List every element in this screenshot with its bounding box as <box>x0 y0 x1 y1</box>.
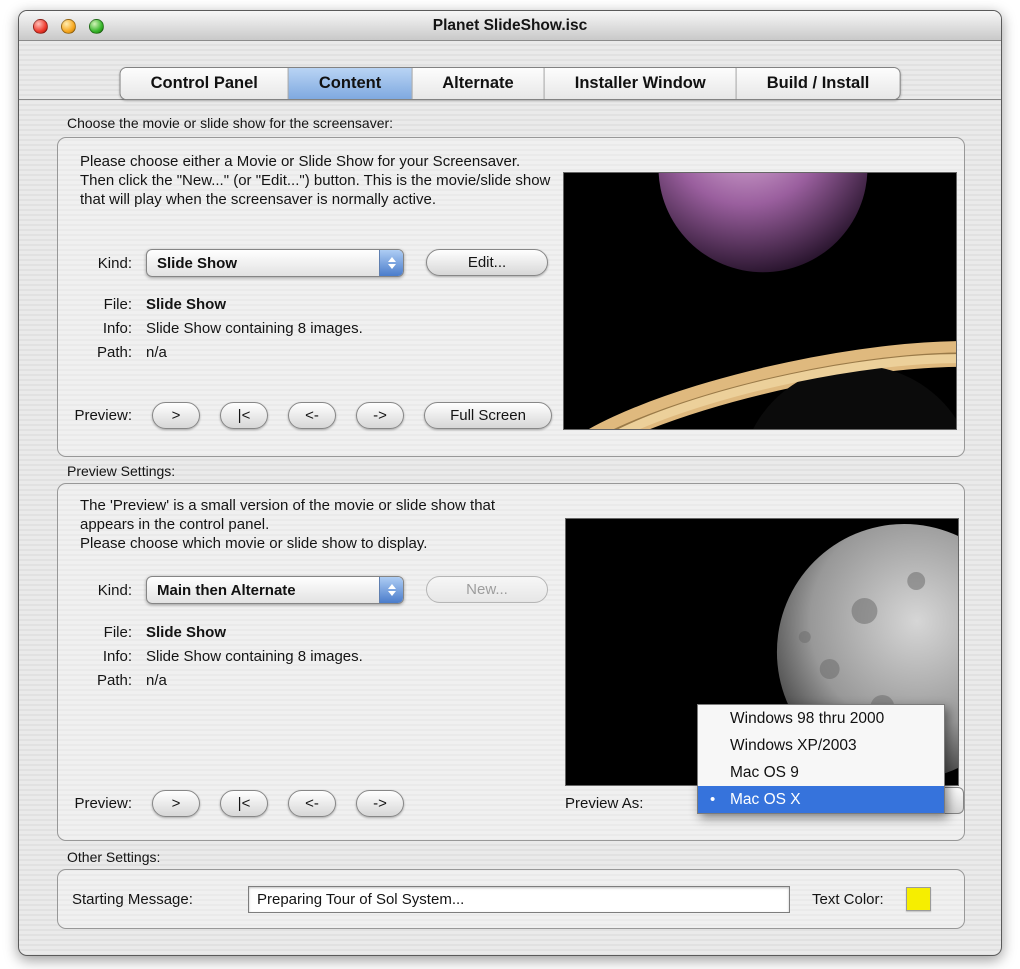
tab-installer-window[interactable]: Installer Window <box>544 68 737 99</box>
info-label: Info: <box>102 648 132 665</box>
starting-message-label: Starting Message: <box>72 891 193 908</box>
popup-arrows-icon <box>379 577 403 603</box>
edit-button[interactable]: Edit... <box>426 249 548 276</box>
main-groupbox: Please choose either a Movie or Slide Sh… <box>57 137 965 457</box>
info-row: Info: Slide Show containing 8 images. <box>68 320 363 337</box>
file-row: File: Slide Show <box>68 296 226 313</box>
other-settings-groupbox: Starting Message: Text Color: <box>57 869 965 929</box>
preview-file-row: File: Slide Show <box>68 624 226 641</box>
popup-arrows-icon <box>379 250 403 276</box>
app-window: Planet SlideShow.isc Control Panel Conte… <box>18 10 1002 956</box>
play-button[interactable]: > <box>152 790 200 817</box>
menu-item-windows-xp-2003[interactable]: Windows XP/2003 <box>698 732 944 759</box>
preview-kind-popup-value: Main then Alternate <box>157 581 296 599</box>
preview-as-label: Preview As: <box>565 795 644 812</box>
go-to-start-button[interactable]: |< <box>220 790 268 817</box>
main-preview-controls: Preview: > |< <- -> Full Screen <box>68 402 552 429</box>
path-label: Path: <box>96 672 132 689</box>
step-back-button[interactable]: <- <box>288 790 336 817</box>
path-value: n/a <box>146 344 167 361</box>
tab-group: Control Panel Content Alternate Installe… <box>119 67 901 100</box>
window-title: Planet SlideShow.isc <box>432 16 588 34</box>
selected-item-bullet-icon: • <box>710 791 716 808</box>
title-bar[interactable]: Planet SlideShow.isc <box>19 11 1001 41</box>
preview-kind-label: Kind: <box>97 582 132 599</box>
new-button[interactable]: New... <box>426 576 548 603</box>
zoom-button[interactable] <box>89 19 104 34</box>
preview-as-menu: Windows 98 thru 2000 Windows XP/2003 Mac… <box>697 704 945 814</box>
main-instructions: Please choose either a Movie or Slide Sh… <box>80 153 551 208</box>
file-value: Slide Show <box>146 296 227 313</box>
path-value: n/a <box>146 672 167 689</box>
tab-control-panel[interactable]: Control Panel <box>120 68 289 99</box>
play-button[interactable]: > <box>152 402 200 429</box>
tab-build-install[interactable]: Build / Install <box>736 68 900 99</box>
close-button[interactable] <box>33 19 48 34</box>
file-label: File: <box>103 296 132 313</box>
preview-kind-popup[interactable]: Main then Alternate <box>146 576 404 604</box>
preview-info-row: Info: Slide Show containing 8 images. <box>68 648 363 665</box>
step-back-button[interactable]: <- <box>288 402 336 429</box>
info-label: Info: <box>102 320 132 337</box>
kind-label: Kind: <box>97 255 132 272</box>
full-screen-button[interactable]: Full Screen <box>424 402 552 429</box>
step-forward-button[interactable]: -> <box>356 790 404 817</box>
preview-settings-heading: Preview Settings: <box>67 463 176 479</box>
starting-message-input[interactable] <box>248 886 790 913</box>
preview-path-row: Path: n/a <box>68 672 167 689</box>
main-section-heading: Choose the movie or slide show for the s… <box>67 115 394 131</box>
menu-item-mac-os-x[interactable]: • Mac OS X <box>698 786 944 813</box>
traffic-lights <box>33 19 104 34</box>
tab-alternate[interactable]: Alternate <box>412 68 545 99</box>
preview-label: Preview: <box>74 795 132 812</box>
info-value: Slide Show containing 8 images. <box>146 648 363 665</box>
preview-instructions-1: The 'Preview' is a small version of the … <box>80 497 496 533</box>
text-color-label: Text Color: <box>812 891 884 908</box>
minimize-button[interactable] <box>61 19 76 34</box>
info-value: Slide Show containing 8 images. <box>146 320 363 337</box>
file-label: File: <box>103 624 132 641</box>
preview-pane-controls: Preview: > |< <- -> <box>68 790 404 817</box>
kind-popup[interactable]: Slide Show <box>146 249 404 277</box>
menu-item-mac-os-9[interactable]: Mac OS 9 <box>698 759 944 786</box>
step-forward-button[interactable]: -> <box>356 402 404 429</box>
go-to-start-button[interactable]: |< <box>220 402 268 429</box>
tab-content[interactable]: Content <box>288 68 413 99</box>
path-row: Path: n/a <box>68 344 167 361</box>
tab-strip: Control Panel Content Alternate Installe… <box>19 67 1001 100</box>
other-settings-heading: Other Settings: <box>67 849 161 865</box>
preview-settings-groupbox: The 'Preview' is a small version of the … <box>57 483 965 841</box>
preview-label: Preview: <box>74 407 132 424</box>
main-preview-image <box>563 172 957 430</box>
path-label: Path: <box>96 344 132 361</box>
preview-instructions-2: Please choose which movie or slide show … <box>80 535 428 552</box>
file-value: Slide Show <box>146 624 227 641</box>
kind-popup-value: Slide Show <box>157 254 238 272</box>
menu-item-windows-98-thru-2000[interactable]: Windows 98 thru 2000 <box>698 705 944 732</box>
text-color-well[interactable] <box>906 887 931 911</box>
